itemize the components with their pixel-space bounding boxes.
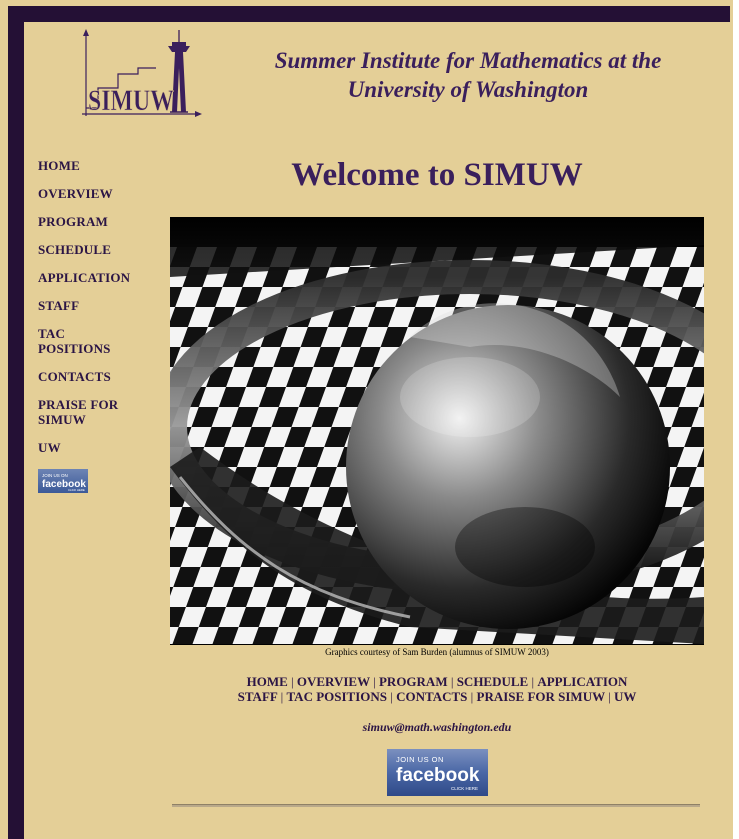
- site-title-line2: University of Washington: [347, 77, 589, 102]
- facebook-button-line2: facebook: [396, 765, 480, 786]
- facebook-button-line3: CLICK HERE: [451, 786, 478, 791]
- top-border: [8, 6, 730, 22]
- bottom-divider: [172, 804, 700, 807]
- caption-rule: [170, 644, 704, 645]
- sidebar-item-application[interactable]: APPLICATION: [38, 270, 158, 285]
- sidebar-item-contacts[interactable]: CONTACTS: [38, 369, 158, 384]
- svg-text:SIMUW: SIMUW: [88, 84, 174, 117]
- site-title: Summer Institute for Mathematics at the …: [250, 46, 686, 104]
- sidebar-item-uw[interactable]: UW: [38, 440, 158, 455]
- footer-link-staff[interactable]: STAFF: [238, 689, 278, 704]
- footer-link-home[interactable]: HOME: [247, 674, 288, 689]
- image-caption: Graphics courtesy of Sam Burden (alumnus…: [325, 647, 549, 657]
- footer-nav: HOME | OVERVIEW | PROGRAM | SCHEDULE | A…: [170, 674, 704, 704]
- facebook-button-line1: JOIN US ON: [396, 755, 444, 764]
- footer-link-praise[interactable]: PRAISE FOR SIMUW: [477, 689, 605, 704]
- footer-nav-row1: HOME | OVERVIEW | PROGRAM | SCHEDULE | A…: [170, 674, 704, 689]
- page-heading: Welcome to SIMUW: [291, 157, 583, 193]
- footer-link-tac-positions[interactable]: TAC POSITIONS: [286, 689, 387, 704]
- sidebar-item-home[interactable]: HOME: [38, 158, 158, 173]
- right-margin: [733, 0, 739, 839]
- footer-nav-row2: STAFF | TAC POSITIONS | CONTACTS | PRAIS…: [170, 689, 704, 704]
- footer-link-contacts[interactable]: CONTACTS: [396, 689, 467, 704]
- facebook-badge-small-line3: CLICK HERE: [68, 488, 85, 492]
- footer-link-uw[interactable]: UW: [614, 689, 636, 704]
- sidebar-item-program[interactable]: PROGRAM: [38, 214, 158, 229]
- footer-link-application[interactable]: APPLICATION: [537, 674, 627, 689]
- sidebar-item-schedule[interactable]: SCHEDULE: [38, 242, 158, 257]
- facebook-button[interactable]: JOIN US ON facebook CLICK HERE: [387, 749, 488, 796]
- facebook-badge-small[interactable]: JOIN US ON facebook CLICK HERE: [38, 469, 88, 493]
- hero-image: [170, 217, 704, 644]
- sidebar-item-staff[interactable]: STAFF: [38, 298, 158, 313]
- simuw-logo[interactable]: SIMUW: [78, 28, 204, 122]
- footer-link-overview[interactable]: OVERVIEW: [297, 674, 370, 689]
- sidebar-nav: HOME OVERVIEW PROGRAM SCHEDULE APPLICATI…: [38, 158, 158, 468]
- sidebar-item-overview[interactable]: OVERVIEW: [38, 186, 158, 201]
- left-border: [8, 6, 24, 839]
- sidebar-item-tac-positions[interactable]: TAC POSITIONS: [38, 326, 118, 356]
- sidebar-item-praise[interactable]: PRAISE FOR SIMUW: [38, 397, 128, 427]
- contact-email[interactable]: simuw@math.washington.edu: [170, 720, 704, 735]
- site-title-line1: Summer Institute for Mathematics at the: [274, 48, 662, 73]
- facebook-badge-small-line1: JOIN US ON: [42, 473, 68, 478]
- footer-link-schedule[interactable]: SCHEDULE: [457, 674, 529, 689]
- footer-link-program[interactable]: PROGRAM: [379, 674, 448, 689]
